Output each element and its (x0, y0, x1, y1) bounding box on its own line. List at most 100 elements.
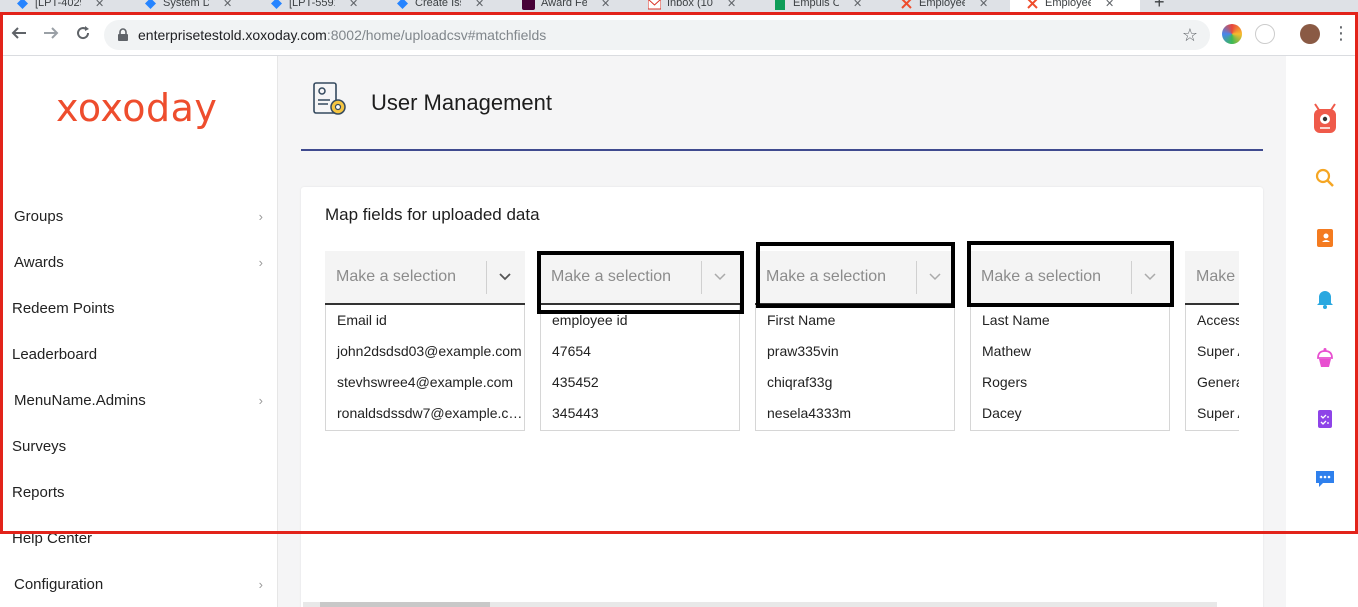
contacts-book-icon[interactable] (1314, 227, 1336, 249)
xoxoday-logo[interactable]: xoxoday (56, 86, 217, 130)
sidebar-item-reports[interactable]: Reports (0, 472, 277, 512)
chevron-right-icon: › (258, 392, 263, 408)
new-tab-button[interactable]: + (1154, 0, 1165, 12)
extension-timer-icon[interactable] (1255, 24, 1275, 44)
user-management-gear-icon (311, 80, 351, 120)
mapping-column: Make a selection Access Super Admin Gene… (1185, 251, 1239, 431)
sidebar-item-groups[interactable]: Groups › (0, 196, 277, 236)
tab-close-icon[interactable]: ✕ (349, 0, 358, 10)
sidebar-item-surveys[interactable]: Surveys (0, 426, 277, 466)
browser-menu-icon[interactable]: ⋮ (1330, 22, 1352, 44)
cupcake-icon[interactable] (1314, 347, 1336, 369)
jira-icon (144, 0, 157, 10)
bell-icon[interactable] (1314, 287, 1336, 309)
browser-tab[interactable]: [LPT-5591] ✕ (254, 0, 358, 12)
sidebar-item-redeem-points[interactable]: Redeem Points (0, 288, 277, 328)
tab-title: Empuls Oct (793, 0, 839, 9)
monster-avatar-icon[interactable] (1312, 100, 1338, 134)
preview-value: General (1197, 374, 1239, 390)
field-select-dropdown[interactable]: Make a selection (325, 251, 525, 305)
sidebar-item-label: Surveys (12, 437, 67, 455)
jira-icon (270, 0, 283, 10)
jira-icon (16, 0, 29, 10)
tab-title: Create Issue (415, 0, 461, 9)
tab-title: Inbox (10,4 (667, 0, 713, 9)
preview-values: First Name praw335vin chiqraf33g nesela4… (755, 305, 955, 431)
tab-close-icon[interactable]: ✕ (1105, 0, 1114, 10)
sidebar-item-leaderboard[interactable]: Leaderboard (0, 334, 277, 374)
column-header-value: Last Name (982, 312, 1050, 328)
browser-tab-active[interactable]: Employee ✕ (1010, 0, 1140, 12)
column-header-value: First Name (767, 312, 836, 328)
tab-close-icon[interactable]: ✕ (727, 0, 736, 10)
preview-value: chiqraf33g (767, 374, 833, 390)
sidebar-item-help-center[interactable]: Help Center (0, 518, 277, 558)
sidebar-item-label: Redeem Points (12, 299, 115, 317)
preview-value: praw335vin (767, 343, 839, 359)
highlight-box (756, 242, 955, 308)
address-bar[interactable]: enterprisetestold.xoxoday.com:8002/home/… (104, 20, 1210, 50)
sidebar-item-configuration[interactable]: Configuration › (0, 564, 277, 604)
preview-value: Super Admin (1197, 405, 1239, 421)
tab-close-icon[interactable]: ✕ (95, 0, 104, 10)
tab-close-icon[interactable]: ✕ (853, 0, 862, 10)
mapping-column: Make a selection Email id john2dsdsd03@e… (325, 251, 525, 431)
scrollbar-thumb[interactable] (320, 602, 490, 607)
preview-values: Access Super Admin General Super Admin (1185, 305, 1239, 431)
browser-tab-strip: [LPT-4029] ✕ System Das ✕ [LPT-5591] ✕ C… (0, 0, 1358, 12)
preview-value: 435452 (552, 374, 599, 390)
horizontal-scrollbar[interactable] (303, 602, 1217, 607)
preview-value: Super Admin (1197, 343, 1239, 359)
preview-value: 47654 (552, 343, 591, 359)
tab-close-icon[interactable]: ✕ (601, 0, 610, 10)
chevron-right-icon: › (258, 208, 263, 224)
highlight-box (537, 251, 744, 314)
browser-toolbar: enterprisetestold.xoxoday.com:8002/home/… (0, 12, 1358, 56)
browser-tab[interactable]: System Das ✕ (128, 0, 232, 12)
bookmark-star-icon[interactable]: ☆ (1182, 25, 1198, 46)
chevron-down-icon[interactable] (497, 268, 513, 284)
sidebar-item-label: Reports (12, 483, 65, 501)
sidebar: xoxoday Groups › Awards › Redeem Points … (0, 56, 278, 607)
sidebar-item-label: MenuName.Admins (14, 391, 146, 409)
highlight-box (967, 241, 1174, 307)
sidebar-item-awards[interactable]: Awards › (0, 242, 277, 282)
clipboard-checklist-icon[interactable] (1314, 407, 1336, 429)
chat-icon[interactable] (1314, 467, 1336, 489)
sidebar-item-label: Configuration (14, 575, 104, 593)
main-content: User Management Map fields for uploaded … (278, 56, 1286, 607)
tab-title: [LPT-5591] (289, 0, 335, 9)
xoxoday-icon (1026, 0, 1039, 10)
chevron-right-icon: › (258, 576, 263, 592)
tab-close-icon[interactable]: ✕ (223, 0, 232, 10)
browser-tab[interactable]: Empuls Oct ✕ (758, 0, 862, 12)
browser-tab[interactable]: [LPT-4029] ✕ (0, 0, 104, 12)
column-header-value: Email id (337, 312, 387, 328)
page-title: User Management (371, 90, 552, 115)
profile-avatar[interactable] (1300, 24, 1320, 44)
preview-value: stevhswree4@example.com (337, 374, 514, 390)
search-icon[interactable] (1314, 167, 1336, 189)
forward-icon[interactable] (40, 22, 62, 44)
browser-tab[interactable]: Award Feed ✕ (506, 0, 610, 12)
browser-tab[interactable]: Create Issue ✕ (380, 0, 484, 12)
preview-value: john2dsdsd03@example.com (337, 343, 522, 359)
select-placeholder: Make a selection (336, 268, 457, 285)
xd-icon (522, 0, 535, 10)
tab-close-icon[interactable]: ✕ (475, 0, 484, 10)
preview-value: Rogers (982, 374, 1028, 390)
field-select-dropdown[interactable]: Make a selection (1185, 251, 1239, 305)
browser-tab[interactable]: Inbox (10,4 ✕ (632, 0, 736, 12)
preview-value: nesela4333m (767, 405, 852, 421)
right-icon-rail (1286, 56, 1358, 607)
back-icon[interactable] (8, 22, 30, 44)
sidebar-item-label: Awards (14, 253, 64, 271)
sidebar-item-admins[interactable]: MenuName.Admins › (0, 380, 277, 420)
tab-title: System Das (163, 0, 209, 9)
browser-tab[interactable]: Employee ✕ (884, 0, 988, 12)
reload-icon[interactable] (72, 22, 94, 44)
jira-icon (396, 0, 409, 10)
xoxoday-icon (900, 0, 913, 10)
extension-color-icon[interactable] (1222, 24, 1242, 44)
tab-close-icon[interactable]: ✕ (979, 0, 988, 10)
